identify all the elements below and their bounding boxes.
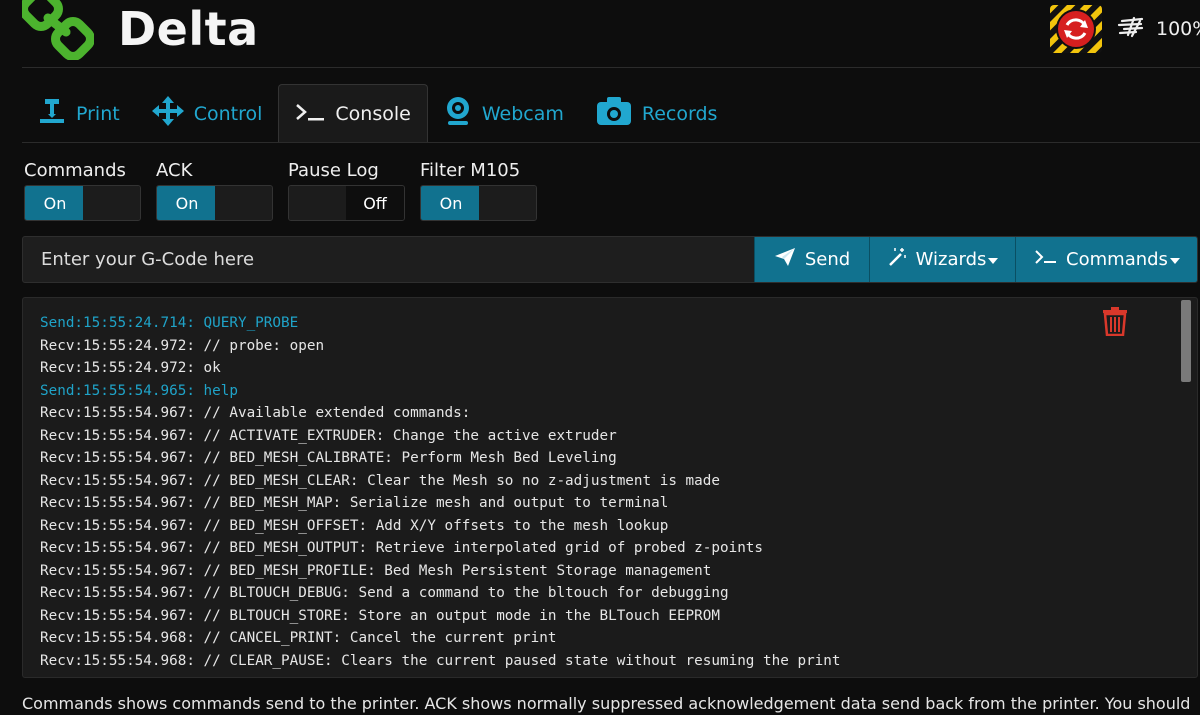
ack-toggle-label: ACK: [156, 160, 193, 181]
commands-dropdown-button[interactable]: Commands: [1015, 237, 1197, 282]
pause-log-toggle-label: Pause Log: [288, 160, 379, 181]
log-line: Recv:15:55:54.967: // BED_MESH_CALIBRATE…: [40, 450, 617, 466]
log-line: Recv:15:55:54.967: // BED_MESH_OFFSET: A…: [40, 517, 669, 534]
log-line: Recv:15:55:54.967: // BLTOUCH_STORE: Sto…: [40, 607, 720, 624]
tab-console[interactable]: Console: [278, 84, 428, 143]
filter-m105-toggle-state: On: [421, 186, 481, 220]
tab-webcam-label: Webcam: [481, 102, 564, 125]
tab-print[interactable]: Print: [22, 84, 136, 143]
ack-toggle-state: On: [157, 186, 217, 220]
log-line: Recv:15:55:54.967: // ACTIVATE_EXTRUDER:…: [40, 427, 617, 444]
filter-m105-toggle[interactable]: On: [420, 185, 537, 221]
commands-button-label: Commands: [1066, 249, 1168, 270]
log-line: Recv:15:55:54.967: // BED_MESH_CLEAR: Cl…: [40, 472, 720, 489]
commands-toggle[interactable]: On: [24, 185, 141, 221]
tab-records-label: Records: [641, 102, 718, 125]
emergency-stop-button[interactable]: [1050, 5, 1102, 53]
log-scrollbar[interactable]: [1181, 300, 1191, 382]
terminal-icon: [1035, 249, 1066, 270]
header-divider: [22, 67, 1200, 68]
log-line: Send:15:55:24.714: QUERY_PROBE: [40, 315, 299, 331]
log-line: Recv:15:55:54.967: // BLTOUCH_DEBUG: Sen…: [40, 585, 729, 601]
app-header: Delta 100%: [0, 0, 1200, 66]
tab-console-label: Console: [335, 103, 411, 125]
chevron-down-icon: [1169, 258, 1180, 264]
pause-log-toggle[interactable]: Off: [288, 185, 405, 221]
clear-log-button[interactable]: [1101, 306, 1129, 340]
toggle-track: [289, 186, 348, 220]
gcode-input[interactable]: [23, 237, 754, 282]
webcam-icon: [444, 96, 482, 131]
wizards-dropdown-button[interactable]: Wizards: [869, 237, 1015, 282]
ack-toggle-group: ACK On: [156, 160, 273, 221]
pause-log-toggle-group: Pause Log Off: [288, 160, 405, 221]
gcode-command-bar: Send Wizards Commands: [22, 236, 1198, 283]
log-line: Recv:15:55:54.967: // BED_MESH_PROFILE: …: [40, 562, 712, 579]
chevron-down-icon: [988, 258, 999, 264]
magic-wand-icon: [887, 247, 916, 272]
toggle-track: [479, 186, 536, 220]
console-help-text: Commands shows commands send to the prin…: [22, 694, 1191, 713]
tab-records[interactable]: Records: [580, 84, 734, 143]
filter-m105-toggle-group: Filter M105 On: [420, 160, 537, 221]
speed-factor[interactable]: 100%: [1116, 14, 1200, 44]
speed-percent: 100%: [1156, 18, 1200, 40]
log-line: Recv:15:55:54.967: // BED_MESH_MAP: Seri…: [40, 495, 669, 511]
send-button[interactable]: Send: [754, 237, 869, 282]
wizards-button-label: Wizards: [915, 249, 987, 270]
toggle-track: [215, 186, 272, 220]
log-line: Recv:15:55:54.968: // CANCEL_PRINT: Canc…: [40, 630, 557, 646]
tab-print-label: Print: [76, 102, 120, 125]
print-icon: [38, 98, 76, 129]
log-lines: Send:15:55:24.714: QUERY_PROBE Recv:15:55…: [40, 312, 841, 672]
log-line: Recv:15:55:24.972: ok: [40, 360, 221, 376]
pause-log-toggle-state: Off: [346, 186, 404, 220]
move-arrows-icon: [151, 96, 194, 131]
printer-name-title: Delta: [118, 2, 259, 56]
tab-control-label: Control: [193, 102, 263, 125]
trash-icon: [1103, 307, 1127, 337]
send-button-label: Send: [804, 249, 851, 270]
tab-webcam[interactable]: Webcam: [428, 84, 580, 143]
log-line: Recv:15:55:54.967: // BED_MESH_OUTPUT: R…: [40, 540, 764, 556]
log-line: Recv:15:55:54.968: // CLEAR_PAUSE: Clear…: [40, 652, 841, 669]
main-tabs: Print Control Console Webcam Records: [22, 84, 733, 143]
chain-link-logo-icon[interactable]: [19, 0, 95, 61]
tabs-divider: [22, 142, 1200, 143]
speed-fan-icon: [1116, 15, 1146, 43]
log-line: Recv:15:55:24.972: // probe: open: [40, 337, 325, 354]
ack-toggle[interactable]: On: [156, 185, 273, 221]
log-line: Send:15:55:54.965: help: [40, 382, 238, 399]
terminal-icon: [295, 102, 335, 127]
commands-toggle-state: On: [25, 186, 85, 220]
log-line: Recv:15:55:54.967: // Available extended…: [40, 405, 471, 421]
paper-plane-icon: [774, 247, 805, 272]
toggle-track: [83, 186, 140, 220]
camera-icon: [596, 96, 642, 131]
filter-m105-toggle-label: Filter M105: [420, 160, 521, 181]
console-log[interactable]: Send:15:55:24.714: QUERY_PROBE Recv:15:55…: [22, 297, 1198, 678]
commands-toggle-group: Commands On: [24, 160, 141, 221]
tab-control[interactable]: Control: [136, 84, 279, 143]
commands-toggle-label: Commands: [24, 160, 126, 181]
